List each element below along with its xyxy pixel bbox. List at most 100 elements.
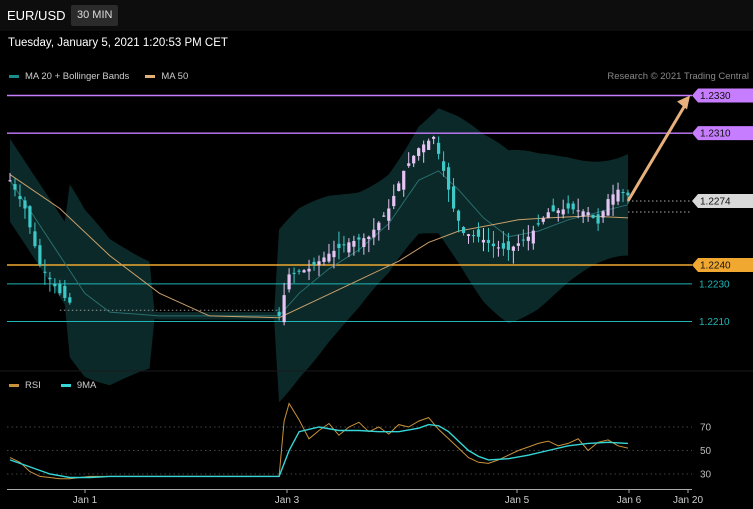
candle-body xyxy=(48,277,52,280)
candle-body xyxy=(28,206,32,228)
candle-body xyxy=(53,283,57,287)
candle-body xyxy=(287,274,291,290)
timeframe-button[interactable]: 30 MIN xyxy=(71,5,119,26)
candle-body xyxy=(611,194,615,205)
candle-body xyxy=(432,136,436,139)
candle-body xyxy=(591,214,595,218)
candle-body xyxy=(506,241,510,250)
x-tick-label: Jan 1 xyxy=(73,495,98,506)
candle-body xyxy=(372,229,376,238)
candle-body xyxy=(307,268,311,272)
rsi-tick-50: 50 xyxy=(700,446,712,457)
x-tick-label: Jan 3 xyxy=(275,495,300,506)
candle-body xyxy=(586,212,590,216)
candle-body xyxy=(496,247,501,249)
candle-body xyxy=(58,283,62,294)
candle-body xyxy=(571,203,575,210)
main-legend: MA 20 + Bollinger Bands MA 50 xyxy=(9,71,188,82)
candle-body xyxy=(407,163,411,166)
chart-header: EUR/USD 30 MIN xyxy=(0,0,753,31)
legend-label-rsi: RSI xyxy=(25,380,41,391)
candle-body xyxy=(397,183,401,191)
candle-body xyxy=(551,205,555,212)
legend-label-ma20: MA 20 + Bollinger Bands xyxy=(25,71,130,82)
candle-body xyxy=(13,184,17,190)
candle-body xyxy=(437,142,441,154)
candle-body xyxy=(526,236,530,241)
candle-body xyxy=(516,243,520,246)
rsi-series-9ma xyxy=(9,423,629,479)
candle-body xyxy=(456,210,461,221)
x-tick-label: Jan 6 xyxy=(617,495,642,506)
candle-body xyxy=(312,261,316,265)
legend-swatch-rsi xyxy=(9,384,19,387)
candle-body xyxy=(521,239,525,241)
candle-body xyxy=(402,170,406,190)
forecast-arrow xyxy=(626,95,690,202)
legend-swatch-ma20 xyxy=(9,75,19,78)
candle-body xyxy=(566,203,570,209)
candle-body xyxy=(466,234,471,236)
candle-body xyxy=(382,215,386,217)
candle-body xyxy=(471,235,476,237)
candle-body xyxy=(38,245,42,265)
candle-body xyxy=(606,199,610,216)
rsi-series-rsi xyxy=(9,402,629,480)
price-level-tags: 1.2330 1.2310 1.2274 1.2240 1.2230 1.2210 xyxy=(692,88,753,328)
rsi-tick-30: 30 xyxy=(700,470,712,481)
legend-swatch-9ma xyxy=(60,384,71,387)
candle-body xyxy=(576,210,580,212)
candle-body xyxy=(352,240,356,247)
candle-body xyxy=(332,250,336,258)
candle-body xyxy=(412,155,416,164)
candle-body xyxy=(446,167,451,190)
candle-body xyxy=(18,196,22,200)
candle-body xyxy=(601,211,605,218)
legend-label-ma50: MA 50 xyxy=(161,71,189,82)
price-tag-label-1.2330: 1.2330 xyxy=(700,91,731,102)
candle-body xyxy=(476,229,481,237)
price-tag-label-1.2240: 1.2240 xyxy=(700,261,731,272)
rsi-panel: 70 50 30 xyxy=(7,402,712,481)
candle-body xyxy=(297,270,301,272)
candle-body xyxy=(302,270,306,273)
candle-body xyxy=(357,237,361,240)
candle-body xyxy=(292,272,296,274)
candle-body xyxy=(491,243,496,247)
candle-body xyxy=(561,209,565,215)
candle-body xyxy=(441,161,446,171)
candle-body xyxy=(531,230,535,244)
candle-body xyxy=(621,192,625,194)
x-tick-label: Jan 5 xyxy=(505,495,530,506)
candle-body xyxy=(63,285,67,298)
candle-body xyxy=(541,218,545,222)
candle-body xyxy=(43,271,47,273)
candle-body xyxy=(536,223,540,225)
rsi-legend: RSI 9MA xyxy=(9,380,96,391)
candle-body xyxy=(451,186,456,209)
candle-body xyxy=(461,227,466,233)
candle-body xyxy=(427,140,431,150)
candle-body xyxy=(327,253,331,262)
forecast-arrow-shaft xyxy=(626,102,688,202)
candle-body xyxy=(392,195,396,207)
datetime-label: Tuesday, January 5, 2021 1:20:53 PM CET xyxy=(8,37,228,49)
bollinger-band-fill xyxy=(10,108,628,403)
candle-body xyxy=(581,211,585,217)
candle-body xyxy=(377,222,381,231)
candle-body xyxy=(626,192,630,196)
symbol-label: EUR/USD xyxy=(7,8,66,23)
candle-body xyxy=(68,297,72,303)
legend-swatch-ma50 xyxy=(145,75,156,78)
legend-label-9ma: 9MA xyxy=(76,380,97,391)
candle-body xyxy=(33,231,37,247)
candle-body xyxy=(8,180,12,182)
candle-body xyxy=(422,144,426,153)
rsi-tick-70: 70 xyxy=(700,423,712,434)
candle-body xyxy=(23,200,27,209)
candle-body xyxy=(546,212,550,218)
candle-body xyxy=(367,236,371,240)
candle-body xyxy=(501,243,506,249)
x-tick-label: Jan 20 xyxy=(673,495,703,506)
candle-body xyxy=(317,261,321,266)
